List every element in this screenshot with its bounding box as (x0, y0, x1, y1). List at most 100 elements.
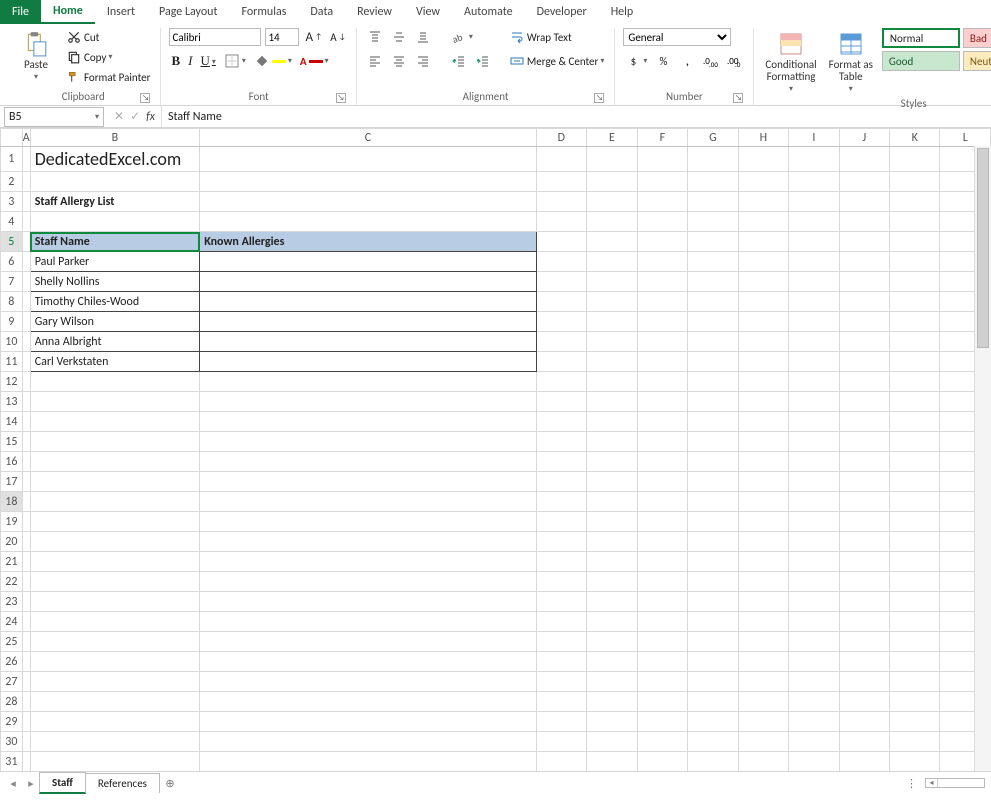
cell-K28[interactable] (889, 692, 939, 712)
cell-A6[interactable] (22, 252, 30, 272)
dialog-launcher-icon[interactable]: ↘ (140, 93, 150, 103)
cell-F26[interactable] (637, 652, 687, 672)
cell-E4[interactable] (587, 212, 637, 232)
cell-F15[interactable] (637, 432, 687, 452)
cell-B29[interactable] (30, 712, 200, 732)
cell-J1[interactable] (839, 147, 889, 172)
cell-J2[interactable] (839, 172, 889, 192)
cell-G20[interactable] (688, 532, 739, 552)
vertical-scrollbar[interactable] (974, 146, 991, 771)
cell-C28[interactable] (200, 692, 536, 712)
cell-J7[interactable] (839, 272, 889, 292)
cell-G9[interactable] (688, 312, 739, 332)
cell-I12[interactable] (789, 372, 839, 392)
cell-D17[interactable] (536, 472, 587, 492)
cell-C32[interactable] (200, 772, 536, 773)
cell-H4[interactable] (738, 212, 789, 232)
orientation-button[interactable]: ab▾ (449, 28, 475, 46)
cell-G21[interactable] (688, 552, 739, 572)
cell-E13[interactable] (587, 392, 637, 412)
cell-A5[interactable] (22, 232, 30, 252)
cell-D25[interactable] (536, 632, 587, 652)
row-header-21[interactable]: 21 (1, 552, 23, 572)
cell-C23[interactable] (200, 592, 536, 612)
cell-H23[interactable] (738, 592, 789, 612)
cell-F10[interactable] (637, 332, 687, 352)
cell-B30[interactable] (30, 732, 200, 752)
cell-A2[interactable] (22, 172, 30, 192)
cell-H19[interactable] (738, 512, 789, 532)
cell-I3[interactable] (789, 192, 839, 212)
cell-A18[interactable] (22, 492, 30, 512)
row-header-5[interactable]: 5 (1, 232, 23, 252)
number-format-select[interactable]: General (623, 28, 731, 46)
cell-A20[interactable] (22, 532, 30, 552)
cell-H29[interactable] (738, 712, 789, 732)
cell-B31[interactable] (30, 752, 200, 772)
row-header-30[interactable]: 30 (1, 732, 23, 752)
cell-K1[interactable] (889, 147, 939, 172)
cell-H12[interactable] (738, 372, 789, 392)
cell-J21[interactable] (839, 552, 889, 572)
cell-H10[interactable] (738, 332, 789, 352)
cell-E22[interactable] (587, 572, 637, 592)
col-header-E[interactable]: E (587, 129, 637, 147)
cell-H26[interactable] (738, 652, 789, 672)
cell-J23[interactable] (839, 592, 889, 612)
cell-F19[interactable] (637, 512, 687, 532)
cell-J24[interactable] (839, 612, 889, 632)
cell-H20[interactable] (738, 532, 789, 552)
cell-H21[interactable] (738, 552, 789, 572)
decrease-decimal-button[interactable]: .00.0 (725, 52, 745, 70)
cell-B3[interactable]: Staff Allergy List (30, 192, 200, 212)
row-header-25[interactable]: 25 (1, 632, 23, 652)
cell-C3[interactable] (200, 192, 536, 212)
cell-G11[interactable] (688, 352, 739, 372)
cell-G25[interactable] (688, 632, 739, 652)
align-bottom-button[interactable] (413, 28, 433, 46)
style-good[interactable]: Good (882, 51, 960, 71)
cell-D30[interactable] (536, 732, 587, 752)
cell-E28[interactable] (587, 692, 637, 712)
cell-C1[interactable] (200, 147, 536, 172)
col-header-L[interactable]: L (940, 129, 991, 147)
cell-J26[interactable] (839, 652, 889, 672)
tab-review[interactable]: Review (345, 0, 404, 24)
style-normal[interactable]: Normal (882, 28, 960, 48)
cell-B12[interactable] (30, 372, 200, 392)
borders-button[interactable]: ▾ (222, 52, 248, 70)
cell-A28[interactable] (22, 692, 30, 712)
tab-page-layout[interactable]: Page Layout (147, 0, 229, 24)
cell-D2[interactable] (536, 172, 587, 192)
cell-D13[interactable] (536, 392, 587, 412)
cell-I27[interactable] (789, 672, 839, 692)
align-middle-button[interactable] (389, 28, 409, 46)
row-header-31[interactable]: 31 (1, 752, 23, 772)
cell-E12[interactable] (587, 372, 637, 392)
cell-D19[interactable] (536, 512, 587, 532)
cell-B24[interactable] (30, 612, 200, 632)
col-header-F[interactable]: F (637, 129, 687, 147)
tab-help[interactable]: Help (599, 0, 646, 24)
cell-H16[interactable] (738, 452, 789, 472)
cell-G2[interactable] (688, 172, 739, 192)
cell-F3[interactable] (637, 192, 687, 212)
cell-F11[interactable] (637, 352, 687, 372)
cell-J11[interactable] (839, 352, 889, 372)
cell-B28[interactable] (30, 692, 200, 712)
cell-E32[interactable] (587, 772, 637, 773)
cell-A15[interactable] (22, 432, 30, 452)
cell-I23[interactable] (789, 592, 839, 612)
cell-G5[interactable] (688, 232, 739, 252)
row-header-12[interactable]: 12 (1, 372, 23, 392)
cell-C29[interactable] (200, 712, 536, 732)
cell-D1[interactable] (536, 147, 587, 172)
cell-J22[interactable] (839, 572, 889, 592)
cell-D29[interactable] (536, 712, 587, 732)
sheet-tab-staff[interactable]: Staff (39, 772, 86, 794)
cell-A31[interactable] (22, 752, 30, 772)
cell-C22[interactable] (200, 572, 536, 592)
cell-H28[interactable] (738, 692, 789, 712)
cell-F25[interactable] (637, 632, 687, 652)
cell-J8[interactable] (839, 292, 889, 312)
